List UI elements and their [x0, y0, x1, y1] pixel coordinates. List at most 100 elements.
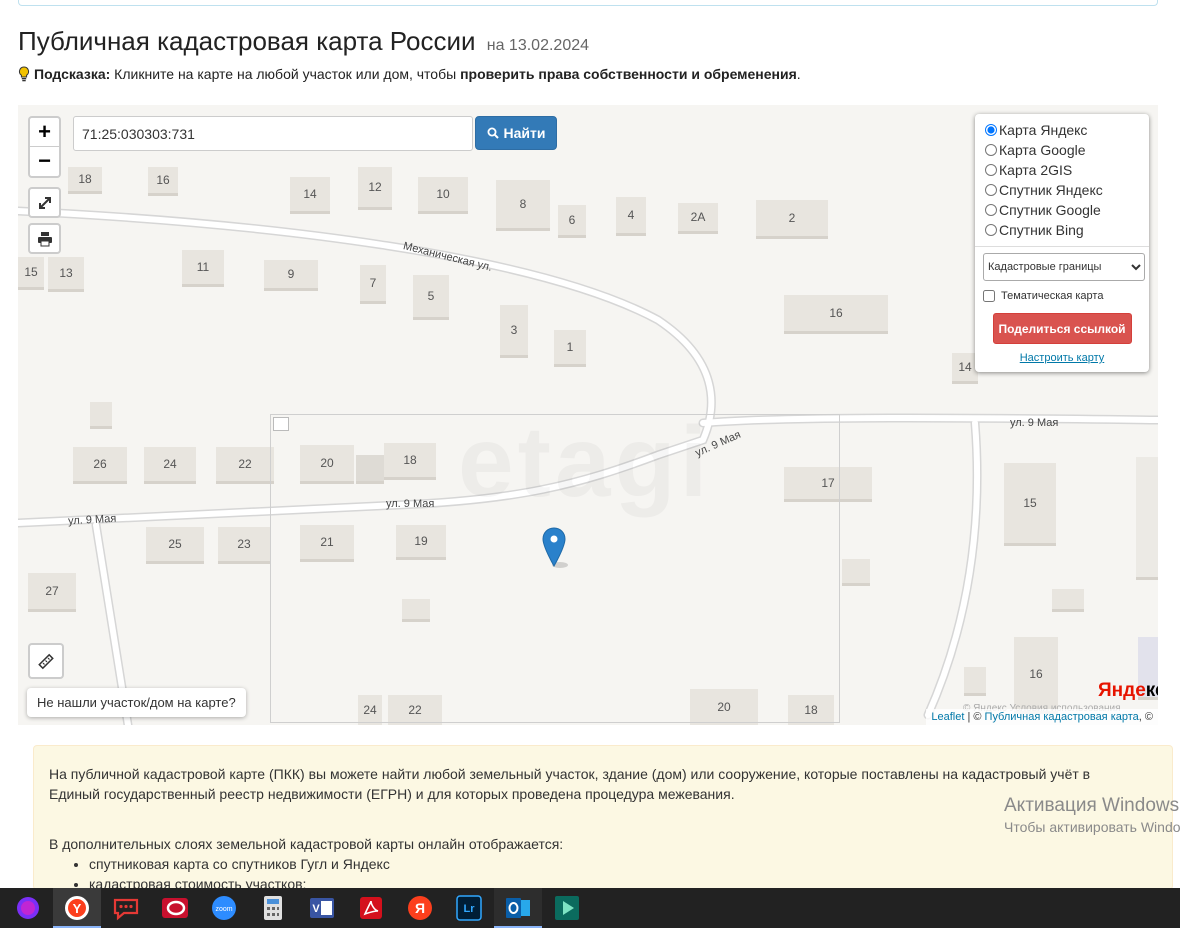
building[interactable]: 26	[73, 447, 127, 481]
print-button[interactable]	[28, 223, 61, 254]
building[interactable]: 13	[48, 257, 84, 289]
building[interactable]: 23	[218, 527, 270, 561]
svg-text:Lr: Lr	[464, 903, 476, 915]
leaflet-link[interactable]: Leaflet	[931, 711, 964, 723]
layer-radio[interactable]	[985, 184, 997, 196]
building	[90, 402, 112, 426]
hint-bold-text: проверить права собственности и обремене…	[460, 66, 797, 82]
top-panel-edge	[18, 0, 1158, 6]
calculator-icon[interactable]	[258, 893, 288, 923]
yandex-icon[interactable]: Я	[405, 893, 435, 923]
yandex-logo: Яндекс	[1098, 680, 1158, 701]
page-title-date: на 13.02.2024	[486, 37, 590, 54]
street-label: ул. 9 Мая	[1010, 417, 1059, 429]
measure-button[interactable]	[28, 643, 64, 679]
building[interactable]: 10	[418, 177, 468, 211]
info-paragraph: В дополнительных слоях земельной кадастр…	[49, 836, 564, 852]
building	[1136, 457, 1158, 577]
outlook-icon[interactable]	[503, 893, 533, 923]
layer-option[interactable]: Спутник Bing	[983, 220, 1141, 240]
find-button-label: Найти	[503, 125, 546, 141]
layer-option[interactable]: Спутник Яндекс	[983, 180, 1141, 200]
pkk-link[interactable]: Публичная кадастровая карта	[985, 711, 1139, 723]
building[interactable]: 16	[1014, 637, 1058, 711]
share-link-button[interactable]: Поделиться ссылкой	[992, 313, 1132, 344]
layer-radio[interactable]	[985, 164, 997, 176]
visio-icon[interactable]: V	[307, 893, 337, 923]
svg-text:zoom: zoom	[215, 906, 232, 913]
building[interactable]: 11	[182, 250, 224, 284]
street-label: ул. 9 Мая	[67, 512, 117, 528]
hint: Подсказка: Кликните на карте на любой уч…	[18, 66, 801, 82]
building	[964, 667, 986, 693]
building[interactable]: 27	[28, 573, 76, 609]
divider	[975, 246, 1149, 247]
layer-option[interactable]: Карта Яндекс	[983, 120, 1141, 140]
ruler-icon	[38, 653, 54, 670]
layer-option[interactable]: Карта 2GIS	[983, 160, 1141, 180]
building[interactable]: 3	[500, 305, 528, 355]
building[interactable]: 15	[1004, 463, 1056, 543]
street-label: ул. 9 Мая	[386, 498, 435, 510]
building[interactable]: 7	[360, 265, 386, 301]
location-marker-icon[interactable]	[541, 527, 571, 569]
not-found-button[interactable]: Не нашли участок/дом на карте?	[27, 688, 246, 717]
layer-option[interactable]: Спутник Google	[983, 200, 1141, 220]
building[interactable]: 1	[554, 330, 586, 364]
layer-radio[interactable]	[985, 204, 997, 216]
layer-radio[interactable]	[985, 144, 997, 156]
building[interactable]: 16	[148, 167, 178, 193]
yandex-browser-icon[interactable]: Y	[62, 893, 92, 923]
acrobat-icon[interactable]	[356, 893, 386, 923]
configure-map-link[interactable]: Настроить карту	[983, 352, 1141, 364]
building[interactable]: 18	[68, 167, 102, 191]
layer-option[interactable]: Карта Google	[983, 140, 1141, 160]
building[interactable]: 2А	[678, 203, 718, 231]
building[interactable]: 9	[264, 260, 318, 288]
hint-end: .	[796, 66, 801, 82]
overlay-select[interactable]: Кадастровые границы	[983, 253, 1145, 281]
list-item: спутниковая карта со спутников Гугл и Ян…	[89, 854, 1157, 874]
zoom-out-button[interactable]: −	[30, 147, 59, 176]
building[interactable]: 22	[216, 447, 274, 481]
info-list: спутниковая карта со спутников Гугл и Ян…	[49, 854, 1157, 889]
building[interactable]: 14	[290, 177, 330, 211]
building[interactable]: 24	[144, 447, 196, 481]
info-panel: На публичной кадастровой карте (ПКК) вы …	[33, 745, 1173, 890]
building	[1052, 589, 1084, 609]
building[interactable]: 8	[496, 180, 550, 228]
building[interactable]: 12	[358, 167, 392, 207]
svg-text:Я: Я	[415, 900, 425, 916]
svg-text:Y: Y	[73, 901, 82, 916]
zoom-in-button[interactable]: +	[30, 118, 59, 147]
thematic-map-toggle[interactable]: Тематическая карта	[983, 287, 1141, 305]
lightroom-icon[interactable]: Lr	[454, 893, 484, 923]
chat-icon[interactable]	[111, 893, 141, 923]
page-title-text: Публичная кадастровая карта России	[18, 26, 476, 56]
building	[842, 559, 870, 583]
layer-radio[interactable]	[985, 124, 997, 136]
fullscreen-icon	[38, 196, 51, 209]
cadastral-map[interactable]: etagi 18 16 14 12 10 8 6 4 2А 2 15 13 11…	[18, 105, 1158, 725]
search-icon	[487, 127, 499, 139]
cadastral-search-input[interactable]	[73, 116, 473, 151]
layers-panel: Карта Яндекс Карта Google Карта 2GIS Спу…	[975, 114, 1149, 372]
building[interactable]: 15	[18, 257, 44, 287]
app-circle-icon[interactable]	[13, 893, 43, 923]
thematic-checkbox[interactable]	[983, 290, 995, 302]
find-button[interactable]: Найти	[475, 116, 557, 150]
print-icon	[37, 231, 52, 246]
broken-image-icon	[273, 417, 289, 431]
building[interactable]: 2	[756, 200, 828, 236]
building[interactable]: 5	[413, 275, 449, 317]
fullscreen-button[interactable]	[28, 187, 61, 218]
svg-text:V: V	[312, 903, 320, 915]
building[interactable]: 16	[784, 295, 888, 331]
building[interactable]: 4	[616, 197, 646, 233]
layer-radio[interactable]	[985, 224, 997, 236]
zoom-icon[interactable]: zoom	[209, 893, 239, 923]
opera-icon[interactable]	[160, 893, 190, 923]
building[interactable]: 6	[558, 205, 586, 235]
building[interactable]: 25	[146, 527, 204, 561]
media-player-icon[interactable]	[552, 893, 582, 923]
